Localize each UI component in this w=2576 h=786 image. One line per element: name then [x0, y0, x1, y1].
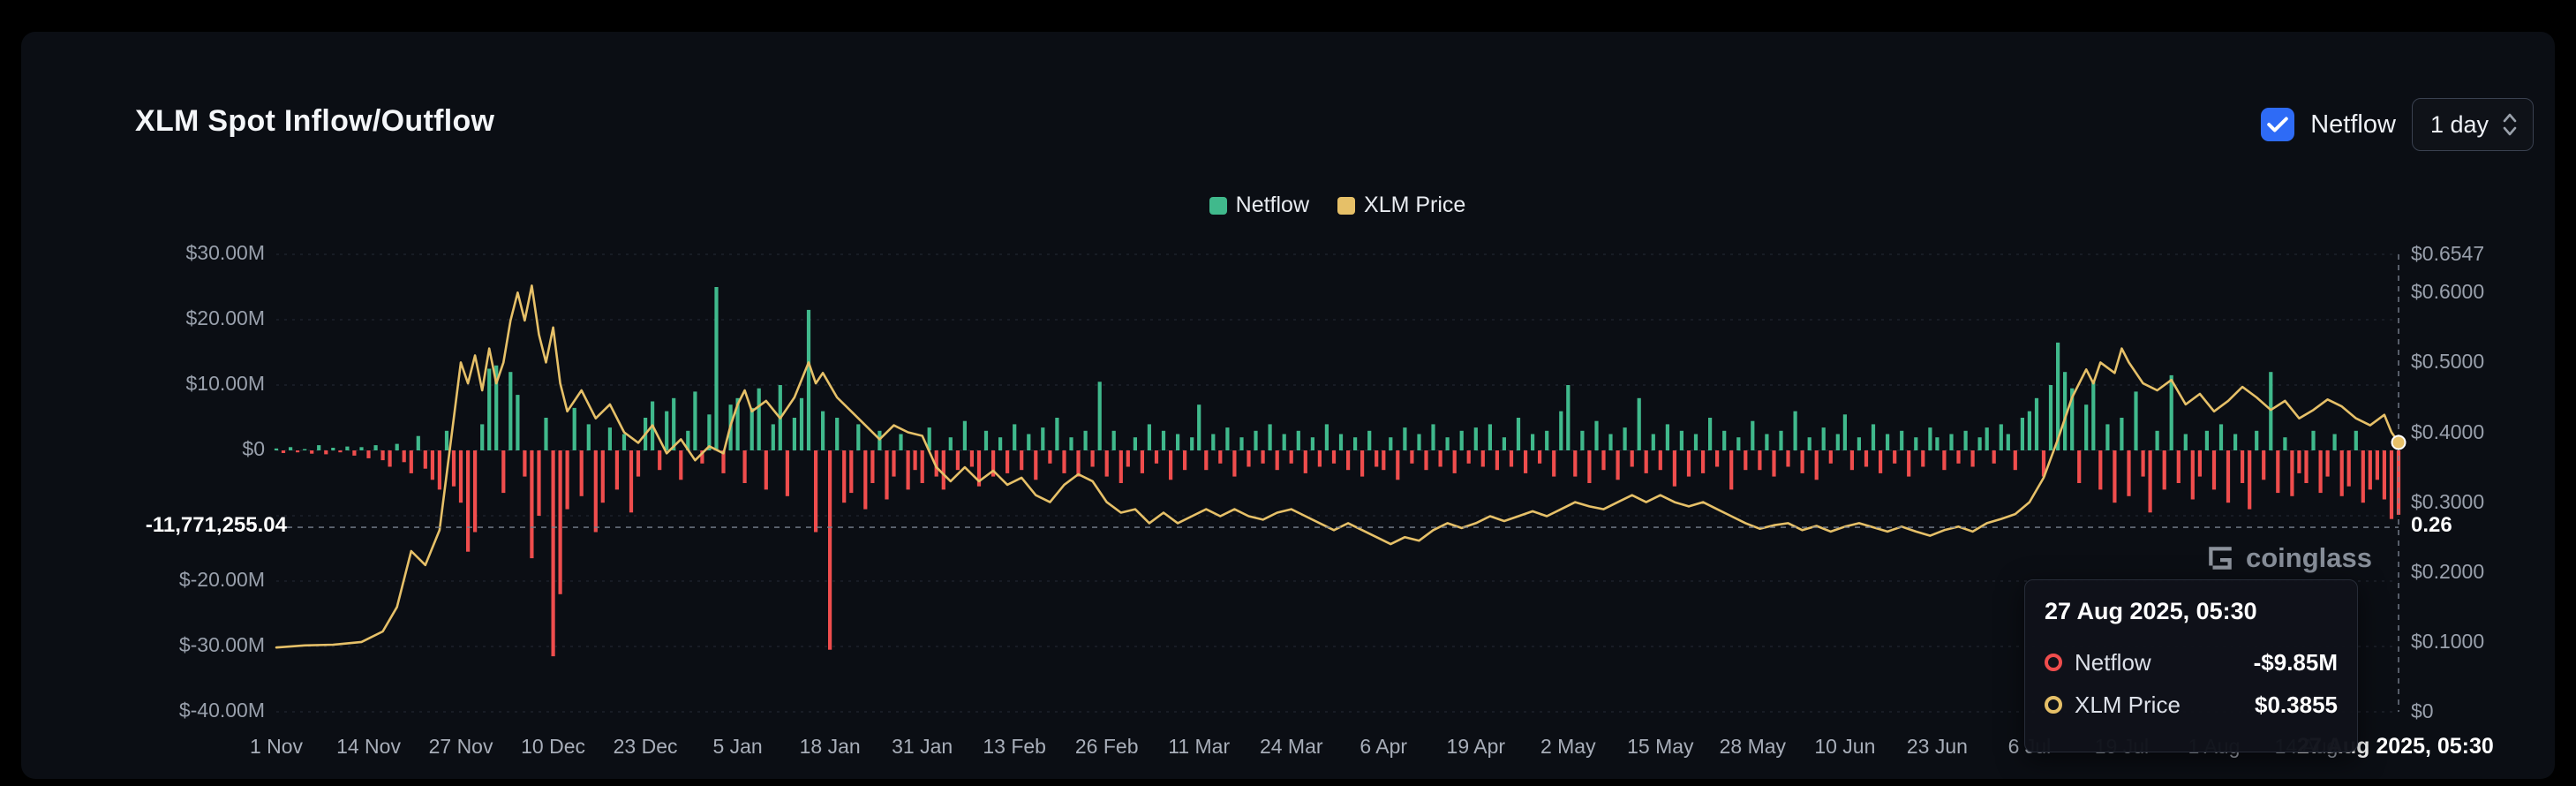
interval-dropdown[interactable]: 1 day — [2412, 98, 2534, 151]
y-axis-label-left: $0 — [106, 437, 265, 461]
tooltip-row-xlm-price: XLM Price $0.3855 — [2045, 684, 2338, 726]
y-axis-label-left: $20.00M — [106, 306, 265, 330]
chart-legend: Netflow XLM Price — [276, 193, 2399, 218]
header-controls: Netflow 1 day — [2261, 97, 2534, 152]
page-title: XLM Spot Inflow/Outflow — [135, 104, 494, 139]
check-icon — [2267, 116, 2288, 133]
y-axis-label-right: $0.5000 — [2411, 350, 2484, 374]
legend-item-netflow[interactable]: Netflow — [1209, 193, 1309, 218]
netflow-checkbox[interactable] — [2261, 108, 2294, 141]
y-axis-label-right: $0.1000 — [2411, 630, 2484, 654]
tooltip: 27 Aug 2025, 05:30 Netflow -$9.85M XLM P… — [2024, 579, 2358, 752]
netflow-dot-icon — [2045, 654, 2062, 671]
netflow-swatch-icon — [1209, 197, 1227, 215]
netflow-checkbox-label: Netflow — [2310, 110, 2396, 140]
crosshair-price-value-label: 0.26 — [2411, 513, 2452, 538]
xlm-price-dot-icon — [2045, 696, 2062, 714]
y-axis-label-left: $30.00M — [106, 241, 265, 265]
y-axis-label-left: $-30.00M — [106, 633, 265, 657]
crosshair-netflow-value-label: -11,771,255.04 — [124, 513, 287, 538]
y-axis-label-right: $0.3000 — [2411, 490, 2484, 514]
legend-label: XLM Price — [1364, 193, 1465, 218]
y-axis-label-left: $10.00M — [106, 372, 265, 396]
watermark-text: coinglass — [2246, 542, 2372, 574]
tooltip-netflow-value: -$9.85M — [2254, 649, 2338, 676]
tooltip-price-label: XLM Price — [2075, 692, 2242, 719]
y-axis-label-right: $0.6000 — [2411, 280, 2484, 304]
y-axis-label-right: $0.6547 — [2411, 242, 2484, 266]
y-axis-label-left: $-40.00M — [106, 699, 265, 722]
xlm-price-swatch-icon — [1337, 197, 1355, 215]
tooltip-netflow-label: Netflow — [2075, 649, 2241, 676]
tooltip-price-value: $0.3855 — [2255, 692, 2338, 719]
legend-label: Netflow — [1236, 193, 1309, 218]
tooltip-date: 27 Aug 2025, 05:30 — [2045, 598, 2338, 625]
up-down-chevrons-icon — [2501, 109, 2519, 140]
watermark: coinglass — [2205, 542, 2372, 574]
price-cursor-dot — [2392, 436, 2406, 450]
y-axis-label-left: $-20.00M — [106, 568, 265, 592]
y-axis-label-right: $0 — [2411, 699, 2434, 723]
chart-panel: XLM Spot Inflow/Outflow Netflow 1 day Ne… — [0, 0, 2576, 786]
coinglass-logo-icon — [2205, 543, 2235, 573]
y-axis-label-right: $0.4000 — [2411, 420, 2484, 444]
tooltip-row-netflow: Netflow -$9.85M — [2045, 641, 2338, 684]
interval-value: 1 day — [2430, 111, 2489, 139]
y-axis-label-right: $0.2000 — [2411, 560, 2484, 584]
legend-item-xlm-price[interactable]: XLM Price — [1337, 193, 1465, 218]
